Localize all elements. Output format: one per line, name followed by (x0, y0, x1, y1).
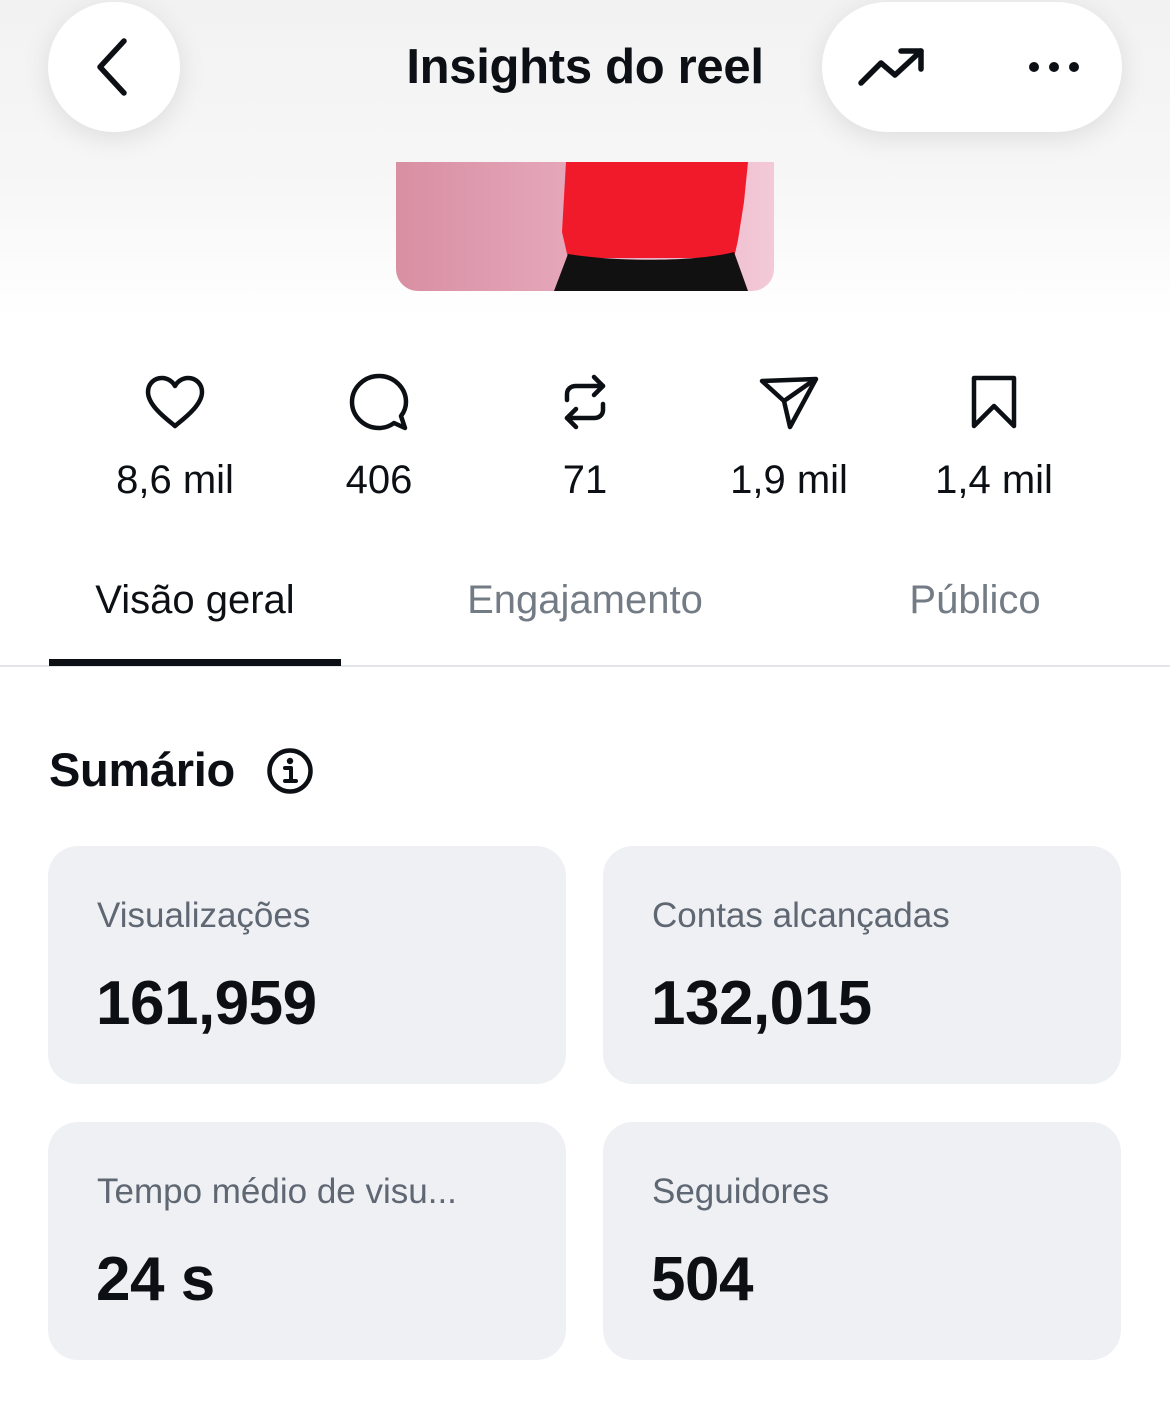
heart-icon (145, 375, 205, 429)
views-card[interactable]: Visualizações 161,959 (48, 846, 566, 1084)
page-title: Insights do reel (406, 40, 764, 94)
trending-button[interactable] (850, 32, 934, 102)
bookmark-icon (971, 375, 1017, 429)
accounts-reached-value: 132,015 (651, 969, 872, 1038)
comments-stat: 406 (279, 362, 479, 504)
comments-count: 406 (345, 458, 413, 502)
shares-count: 1,9 mil (730, 458, 848, 502)
tab-overview[interactable]: Visão geral (49, 572, 341, 628)
header-actions (822, 2, 1122, 132)
followers-label: Seguidores (652, 1172, 830, 1211)
comment-icon (349, 373, 409, 431)
back-button[interactable] (48, 2, 180, 132)
tab-engagement[interactable]: Engajamento (435, 572, 735, 628)
trending-up-icon (858, 48, 924, 86)
reel-thumbnail[interactable] (396, 162, 774, 291)
followers-card[interactable]: Seguidores 504 (603, 1122, 1121, 1360)
reposts-stat: 71 (485, 362, 685, 504)
likes-count: 8,6 mil (116, 458, 234, 502)
avg-watch-time-label: Tempo médio de visu... (97, 1172, 457, 1211)
views-value: 161,959 (96, 969, 317, 1038)
accounts-reached-label: Contas alcançadas (652, 896, 950, 935)
avg-watch-time-card[interactable]: Tempo médio de visu... 24 s (48, 1122, 566, 1360)
info-icon (267, 748, 313, 794)
more-horizontal-icon (1029, 62, 1079, 72)
active-tab-indicator (49, 659, 341, 666)
share-icon (759, 376, 819, 430)
reel-thumbnail-image (396, 162, 774, 291)
reposts-count: 71 (562, 458, 608, 502)
more-options-button[interactable] (1012, 32, 1096, 102)
accounts-reached-card[interactable]: Contas alcançadas 132,015 (603, 846, 1121, 1084)
views-label: Visualizações (97, 896, 311, 935)
chevron-left-icon (97, 38, 127, 96)
avg-watch-time-value: 24 s (96, 1245, 215, 1314)
summary-title: Sumário (49, 743, 235, 796)
repost-icon (564, 374, 606, 430)
saves-count: 1,4 mil (935, 458, 1053, 502)
shares-stat: 1,9 mil (689, 362, 889, 504)
saves-stat: 1,4 mil (894, 362, 1094, 504)
summary-info-button[interactable] (265, 746, 315, 796)
followers-value: 504 (651, 1245, 753, 1314)
likes-stat: 8,6 mil (75, 362, 275, 504)
tab-audience[interactable]: Público (845, 572, 1105, 628)
